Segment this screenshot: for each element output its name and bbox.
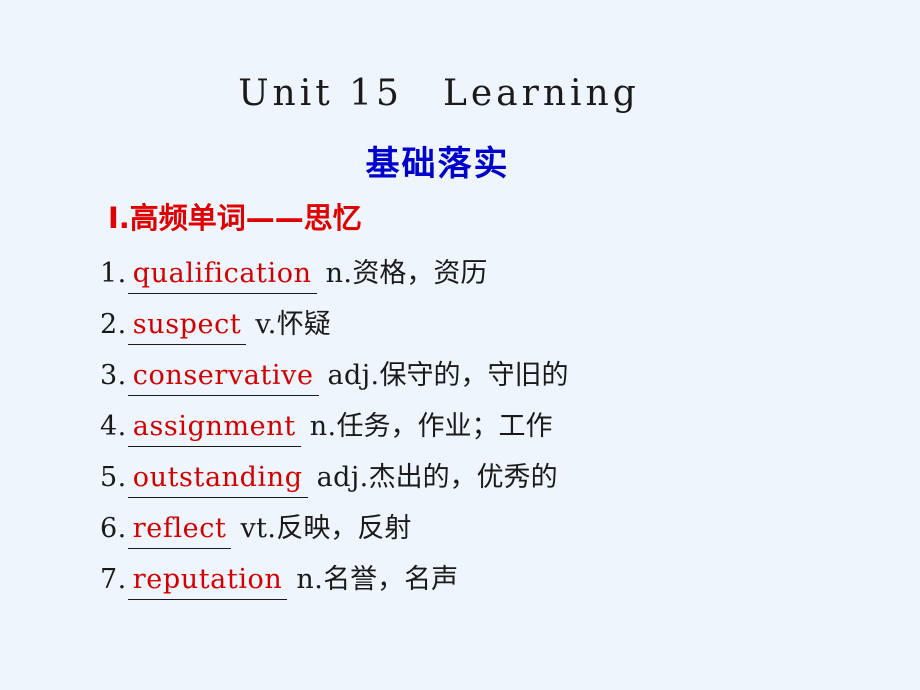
list-item: 7. reputation n. 名誉，名声 [100, 562, 890, 613]
list-item: 4. assignment n. 任务，作业；工作 [100, 409, 890, 460]
definition-text: 怀疑 [276, 309, 331, 340]
part-of-speech: adj. [316, 462, 369, 493]
definition-text: 任务，作业；工作 [336, 411, 553, 442]
vocabulary-term: suspect [127, 307, 247, 345]
slide-subtitle: 基础落实 [365, 144, 510, 184]
item-number: 1. [100, 258, 127, 289]
item-number: 6. [100, 513, 127, 544]
vocabulary-term: conservative [127, 358, 319, 396]
item-number: 4. [100, 411, 127, 442]
item-number: 3. [100, 360, 127, 391]
list-item: 2. suspect v. 怀疑 [100, 307, 890, 358]
definition-text: 名誉，名声 [323, 564, 459, 595]
slide-canvas: Unit 15 Learning 基础落实 Ⅰ.高频单词——思忆 1. qual… [0, 0, 920, 690]
vocabulary-term: reputation [127, 562, 288, 600]
section-heading: Ⅰ.高频单词——思忆 [108, 201, 362, 235]
item-number: 7. [100, 564, 127, 595]
vocabulary-term: reflect [127, 511, 232, 549]
definition-text: 保守的，守旧的 [379, 360, 569, 391]
definition-text: 杰出的，优秀的 [368, 462, 558, 493]
definition-text: 资格，资历 [352, 258, 488, 289]
part-of-speech: n. [296, 564, 324, 595]
list-item: 1. qualification n. 资格，资历 [100, 256, 890, 307]
definition-text: 反映，反射 [276, 513, 412, 544]
part-of-speech: n. [325, 258, 353, 289]
vocabulary-term: qualification [127, 256, 317, 294]
list-item: 3. conservative adj. 保守的，守旧的 [100, 358, 890, 409]
part-of-speech: n. [309, 411, 337, 442]
vocabulary-term: assignment [127, 409, 301, 447]
vocabulary-term: outstanding [127, 460, 308, 498]
item-number: 2. [100, 309, 127, 340]
part-of-speech: v. [255, 309, 277, 340]
part-of-speech: vt. [240, 513, 277, 544]
page-title: Unit 15 Learning [238, 73, 640, 114]
part-of-speech: adj. [327, 360, 380, 391]
item-number: 5. [100, 462, 127, 493]
vocabulary-list: 1. qualification n. 资格，资历 2. suspect v. … [100, 256, 890, 613]
list-item: 6. reflect vt. 反映，反射 [100, 511, 890, 562]
list-item: 5. outstanding adj. 杰出的，优秀的 [100, 460, 890, 511]
